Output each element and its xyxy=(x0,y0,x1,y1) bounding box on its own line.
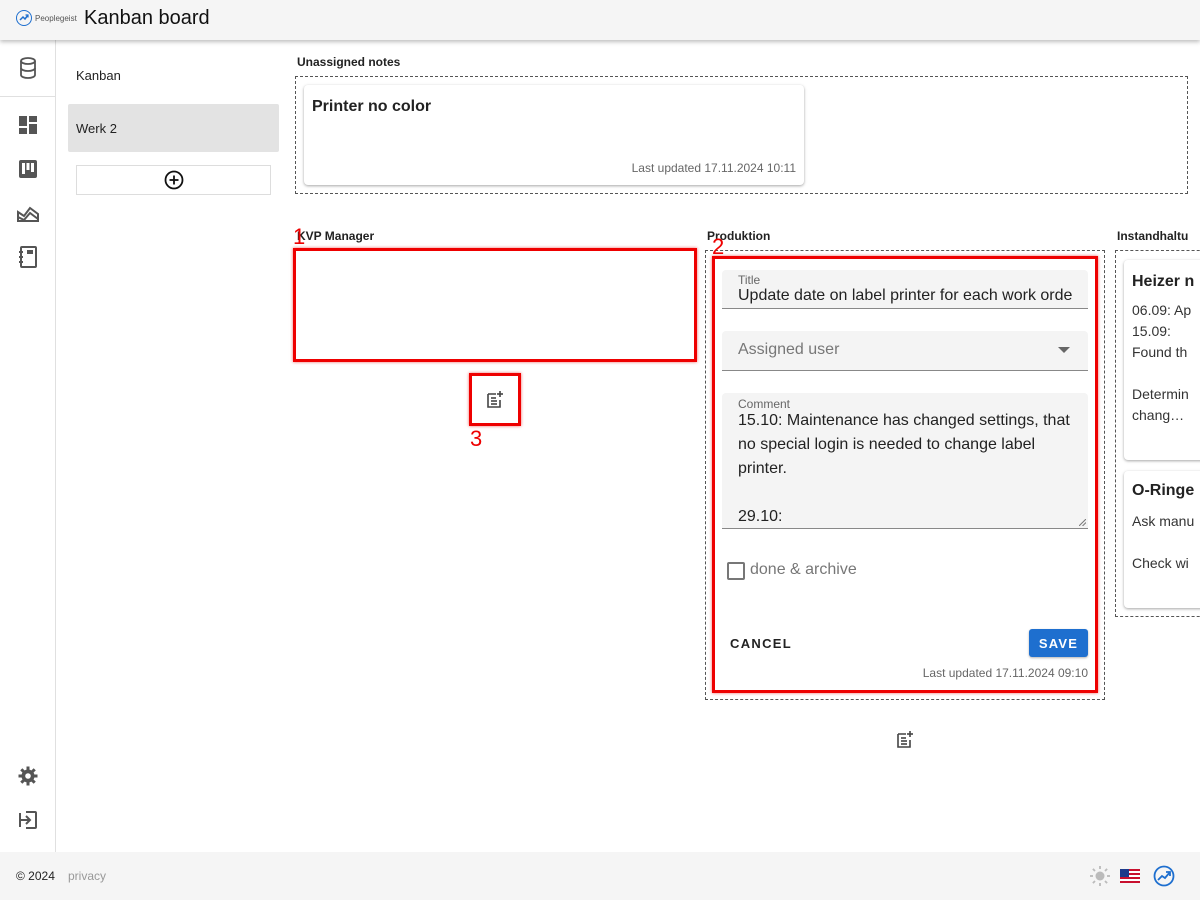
add-note-icon xyxy=(897,731,913,748)
column-label-kvp: KVP Manager xyxy=(297,229,375,243)
page-title: Kanban board xyxy=(84,7,210,29)
comment-field-value[interactable]: 15.10: Maintenance has changed settings,… xyxy=(738,409,1074,521)
board-item-kanban[interactable]: Kanban xyxy=(68,51,279,99)
assigned-user-placeholder: Assigned user xyxy=(738,341,840,358)
app-header: Peoplegeist Kanban board xyxy=(0,0,1200,40)
note-body: 06.09: Ap 15.09: Found th Determin chang… xyxy=(1132,300,1191,426)
note-line: Determin xyxy=(1132,386,1189,402)
nav-rail xyxy=(0,40,56,852)
logo-text: Peoplegeist xyxy=(35,13,77,23)
title-field-value[interactable]: Update date on label printer for each wo… xyxy=(738,287,1072,305)
note-title: O-Ringe xyxy=(1132,482,1195,499)
comment-textarea[interactable]: Comment 15.10: Maintenance has changed s… xyxy=(722,393,1088,529)
note-card[interactable]: Heizer n 06.09: Ap 15.09: Found th Deter… xyxy=(1124,260,1200,460)
column-kvp-dropzone[interactable] xyxy=(295,250,695,360)
database-icon[interactable] xyxy=(17,57,39,79)
note-title: Printer no color xyxy=(312,98,432,115)
logout-icon[interactable] xyxy=(17,809,39,831)
title-field-label: Title xyxy=(738,273,761,287)
privacy-link[interactable]: privacy xyxy=(68,869,106,883)
annotation-number-2: 2 xyxy=(712,234,725,259)
title-field[interactable]: Title Update date on label printer for e… xyxy=(722,270,1088,309)
settings-icon[interactable] xyxy=(17,765,39,787)
annotation-number-1: 1 xyxy=(293,224,306,249)
save-button[interactable]: SAVE xyxy=(1029,629,1088,657)
note-updated: Last updated 17.11.2024 09:10 xyxy=(922,666,1088,680)
trend-up-icon xyxy=(16,10,32,26)
add-board-button[interactable] xyxy=(76,165,271,195)
us-flag-icon[interactable] xyxy=(1119,865,1141,887)
add-note-icon xyxy=(487,391,503,408)
note-title: Heizer n xyxy=(1132,273,1195,290)
note-body: Ask manu Check wi xyxy=(1132,511,1194,574)
done-archive-label[interactable]: done & archive xyxy=(750,561,857,579)
trend-up-icon[interactable] xyxy=(1153,865,1175,887)
add-note-button-produktion[interactable] xyxy=(894,729,916,751)
note-line: Check wi xyxy=(1132,555,1189,571)
unassigned-notes-dropzone[interactable]: Printer no color Last updated 17.11.2024… xyxy=(295,76,1188,194)
landscape-chart-icon[interactable] xyxy=(17,202,39,224)
board-list: Kanban Werk 2 xyxy=(56,40,288,852)
light-mode-icon[interactable] xyxy=(1089,865,1111,887)
note-card[interactable]: Printer no color Last updated 17.11.2024… xyxy=(304,85,804,185)
note-line xyxy=(1132,532,1194,553)
dashboard-icon[interactable] xyxy=(17,114,39,136)
note-line: Found th xyxy=(1132,344,1188,360)
add-note-button-kvp[interactable] xyxy=(484,389,506,411)
dropdown-arrow-icon xyxy=(1058,347,1070,353)
note-line: 06.09: Ap xyxy=(1132,302,1192,318)
note-updated: Last updated 17.11.2024 10:11 xyxy=(631,161,796,175)
footer: © 2024 privacy xyxy=(0,852,1200,900)
board-item-werk-2[interactable]: Werk 2 xyxy=(68,104,279,152)
column-instandhaltung-viewport: Instandhaltu Heizer n 06.09: Ap 15.09: F… xyxy=(1105,230,1200,630)
cancel-button[interactable]: CANCEL xyxy=(722,629,800,657)
rail-divider xyxy=(0,96,56,97)
note-line: 15.09: xyxy=(1132,323,1171,339)
note-line: Ask manu xyxy=(1132,513,1195,529)
notebook-icon[interactable] xyxy=(17,246,39,268)
app-logo[interactable]: Peoplegeist xyxy=(16,10,77,26)
assigned-user-select[interactable]: Assigned user xyxy=(722,331,1088,371)
board-item-label: Kanban xyxy=(76,67,121,83)
unassigned-notes-label: Unassigned notes xyxy=(297,55,401,69)
board-item-label: Werk 2 xyxy=(76,120,117,136)
note-line: chang… xyxy=(1132,407,1185,423)
note-line xyxy=(1132,363,1191,384)
column-label-instandhaltung: Instandhaltu xyxy=(1117,230,1189,243)
done-archive-checkbox[interactable] xyxy=(727,562,745,580)
kanban-icon[interactable] xyxy=(17,158,39,180)
note-card[interactable]: O-Ringe Ask manu Check wi xyxy=(1124,471,1200,608)
add-circle-icon xyxy=(164,170,183,190)
resize-handle-icon xyxy=(1079,519,1086,526)
copyright: © 2024 xyxy=(16,869,55,883)
annotation-number-3: 3 xyxy=(470,426,483,451)
